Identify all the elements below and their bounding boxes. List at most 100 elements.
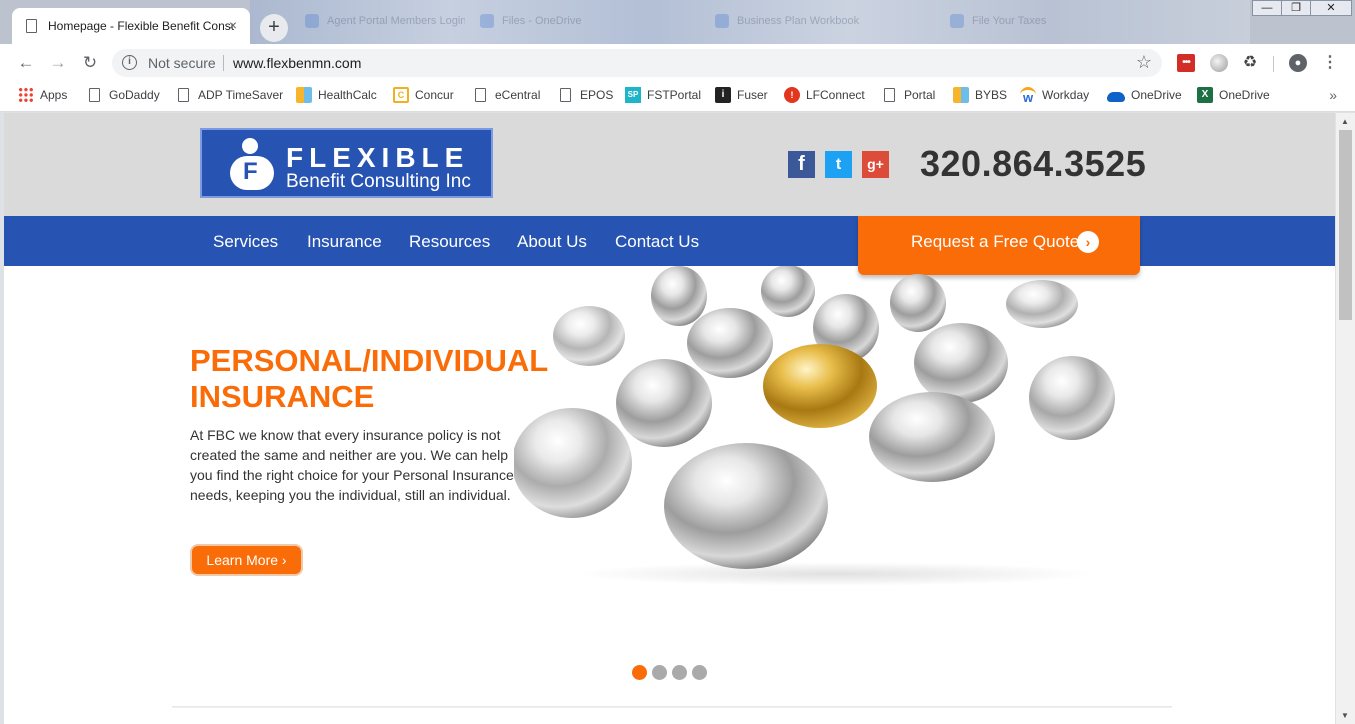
page-icon (884, 87, 895, 102)
tab-favicon (480, 14, 494, 28)
bookmark-ecentral[interactable]: eCentral (473, 87, 541, 106)
onedrive-icon (1107, 91, 1125, 102)
hero-title: PERSONAL/INDIVIDUAL INSURANCE (190, 343, 590, 415)
address-divider (223, 55, 224, 71)
silver-egg (687, 308, 773, 378)
hero-title-line2: INSURANCE (190, 379, 375, 414)
background-tab[interactable]: Agent Portal Members Login (305, 14, 465, 40)
page-icon (26, 19, 37, 33)
twitter-icon[interactable]: t (825, 151, 852, 178)
reload-button[interactable]: ↻ (77, 50, 103, 76)
close-window-button[interactable]: ✕ (1310, 0, 1352, 16)
chevron-right-icon: › (1077, 231, 1099, 253)
page-scrollbar[interactable]: ▲ ▼ (1335, 113, 1355, 724)
facebook-icon[interactable]: f (788, 151, 815, 178)
profile-avatar-icon[interactable]: ● (1289, 54, 1307, 72)
concur-icon: C (393, 87, 409, 103)
bookmark-lfconnect[interactable]: ! LFConnect (784, 87, 865, 106)
bookmarks-overflow-icon[interactable]: » (1329, 87, 1337, 103)
workday-icon: w (1020, 87, 1036, 105)
security-label[interactable]: Not secure (148, 55, 216, 71)
site-header: F FLEXIBLE Benefit Consulting Inc f t g+… (4, 113, 1335, 216)
nav-about-us[interactable]: About Us (517, 232, 587, 252)
toolbar-divider (1273, 56, 1274, 72)
nav-contact-us[interactable]: Contact Us (615, 232, 699, 252)
bookmark-concur[interactable]: C Concur (393, 87, 454, 106)
background-tab-title: Files - OneDrive (502, 14, 582, 27)
bookmark-label: eCentral (495, 88, 541, 102)
new-tab-button[interactable]: + (260, 14, 288, 42)
bookmark-godaddy[interactable]: GoDaddy (87, 87, 160, 106)
bookmark-label: OneDrive (1219, 88, 1270, 103)
bookmark-label: OneDrive (1131, 88, 1182, 102)
hero-description: At FBC we know that every insurance poli… (190, 427, 514, 503)
silver-egg (1006, 280, 1078, 328)
logo-line1: FLEXIBLE (286, 142, 470, 173)
bookmark-epos[interactable]: EPOS (558, 87, 613, 106)
scroll-down-arrow-icon[interactable]: ▼ (1341, 711, 1349, 720)
bookmark-star-icon[interactable]: ☆ (1136, 52, 1152, 73)
bookmark-onedrive[interactable]: OneDrive (1107, 88, 1182, 106)
lastpass-extension-icon[interactable]: ••• (1177, 54, 1195, 72)
lf-icon: ! (784, 87, 800, 103)
page-viewport: F FLEXIBLE Benefit Consulting Inc f t g+… (4, 113, 1335, 724)
grey-extension-icon[interactable] (1210, 54, 1228, 72)
logo-line2: Benefit Consulting Inc (286, 171, 471, 192)
carousel-dot-3[interactable] (672, 665, 687, 680)
recycle-extension-icon[interactable]: ♻ (1241, 54, 1259, 72)
nav-resources[interactable]: Resources (409, 232, 490, 252)
carousel-dot-2[interactable] (652, 665, 667, 680)
background-tab[interactable]: Business Plan Workbook (715, 14, 915, 40)
maximize-button[interactable]: ❐ (1281, 0, 1311, 16)
close-tab-icon[interactable]: × (224, 16, 242, 34)
bookmark-label: Workday (1042, 88, 1090, 103)
bookmark-workday[interactable]: w Workday (1020, 87, 1090, 106)
scroll-thumb[interactable] (1339, 130, 1352, 320)
back-button[interactable]: ← (13, 50, 39, 76)
silver-egg (890, 274, 946, 332)
page-icon (178, 87, 189, 102)
site-logo[interactable]: F FLEXIBLE Benefit Consulting Inc (200, 128, 493, 198)
background-tab[interactable]: Files - OneDrive (480, 14, 680, 40)
bookmark-fstportal[interactable]: SP FSTPortal (625, 87, 701, 106)
bookmark-bybs[interactable]: BYBS (953, 87, 1007, 106)
browser-window: Agent Portal Members Login Files - OneDr… (0, 0, 1355, 724)
background-tab[interactable]: File Your Taxes (950, 14, 1150, 40)
bookmark-apps[interactable]: Apps (18, 87, 68, 106)
bookmark-healthcalc[interactable]: HealthCalc (296, 87, 377, 106)
browser-menu-icon[interactable]: ⋮ (1321, 54, 1339, 72)
nav-services[interactable]: Services (213, 232, 278, 252)
background-tab-title: Agent Portal Members Login (327, 14, 465, 27)
bookmark-label: Portal (904, 88, 936, 102)
bookmark-label: Apps (40, 88, 68, 103)
background-tab-title: Business Plan Workbook (737, 14, 860, 27)
bookmark-adp-timesaver[interactable]: ADP TimeSaver (176, 87, 284, 106)
carousel-dot-4[interactable] (692, 665, 707, 680)
url-text[interactable]: www.flexbenmn.com (233, 55, 361, 71)
googleplus-icon[interactable]: g+ (862, 151, 889, 178)
minimize-button[interactable]: — (1252, 0, 1282, 16)
tiles-icon (953, 87, 969, 103)
bookmark-label: ADP TimeSaver (198, 88, 284, 102)
tab-title: Homepage - Flexible Benefit Consulting (48, 19, 234, 33)
learn-more-button[interactable]: Learn More › (190, 544, 303, 576)
section-divider (172, 706, 1172, 708)
info-icon[interactable]: i (122, 55, 137, 70)
bookmark-fuser[interactable]: i Fuser (715, 87, 768, 106)
background-tab-title: File Your Taxes (972, 14, 1047, 27)
hero-title-line1: PERSONAL/INDIVIDUAL (190, 343, 549, 378)
bookmark-portal[interactable]: Portal (882, 87, 936, 106)
phone-number[interactable]: 320.864.3525 (920, 143, 1146, 185)
silver-egg (914, 323, 1008, 403)
nav-insurance[interactable]: Insurance (307, 232, 382, 252)
silver-egg (1029, 356, 1115, 440)
forward-button[interactable]: → (45, 50, 71, 76)
hero-eggs-image (514, 266, 1115, 586)
sp-icon: SP (625, 87, 641, 103)
tab-favicon (950, 14, 964, 28)
carousel-dot-1[interactable] (632, 665, 647, 680)
address-bar[interactable]: i Not secure www.flexbenmn.com ☆ (112, 49, 1162, 77)
active-tab[interactable]: Homepage - Flexible Benefit Consulting × (12, 8, 250, 44)
bookmark-onedrive-excel[interactable]: X OneDrive (1197, 87, 1270, 106)
scroll-up-arrow-icon[interactable]: ▲ (1341, 117, 1349, 126)
